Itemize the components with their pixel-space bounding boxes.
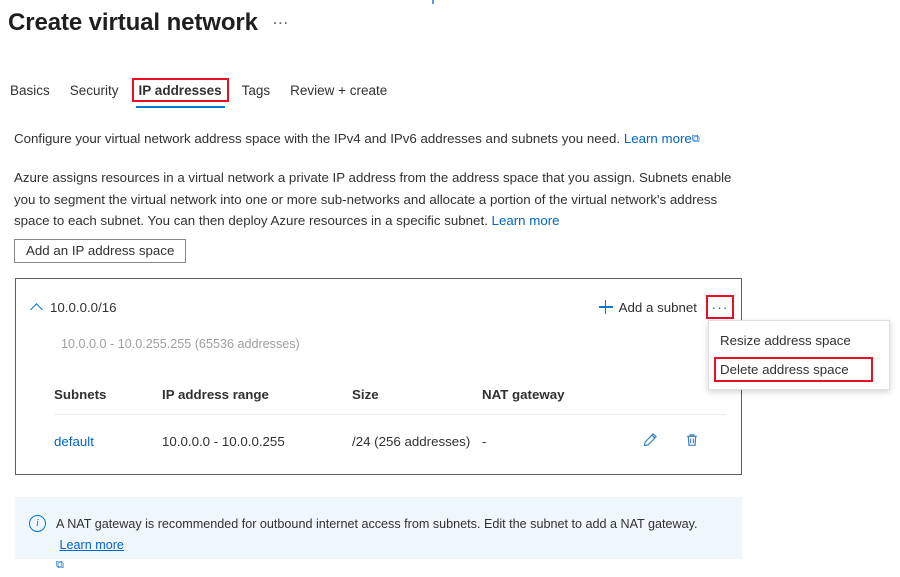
tab-review-create-label: Review + create (290, 83, 388, 98)
table-header-row: Subnets IP address range Size NAT gatewa… (54, 387, 726, 415)
menu-item-resize-label: Resize address space (720, 333, 851, 348)
info-icon: i (29, 515, 46, 532)
column-header-edit (642, 387, 684, 415)
edit-pencil-icon[interactable] (642, 432, 658, 448)
subnet-name-cell: default (54, 415, 162, 452)
address-space-card: 10.0.0.0/16 Add a subnet ··· 10.0.0.0 - … (15, 278, 742, 475)
learn-more-link-top[interactable]: Learn more (624, 131, 692, 146)
subnets-table: Subnets IP address range Size NAT gatewa… (54, 387, 726, 451)
info-banner-text: A NAT gateway is recommended for outboun… (56, 517, 698, 531)
subnet-size-cell: /24 (256 addresses) (352, 434, 471, 449)
subnet-ip-range-cell: 10.0.0.0 - 10.0.0.255 (162, 434, 285, 449)
tab-basics[interactable]: Basics (0, 78, 60, 108)
info-banner-text-wrap: A NAT gateway is recommended for outboun… (56, 514, 716, 577)
subnet-name-link[interactable]: default (54, 434, 94, 449)
tab-bar: Basics Security IP addresses Tags Review… (0, 78, 397, 108)
ellipsis-icon: ··· (711, 299, 729, 315)
tab-ip-addresses-label: IP addresses (138, 83, 222, 98)
add-ip-address-space-button[interactable]: Add an IP address space (14, 239, 187, 263)
page-header: Create virtual network … (8, 8, 290, 38)
nat-gateway-info-banner: i A NAT gateway is recommended for outbo… (15, 497, 742, 571)
column-header-nat-gateway: NAT gateway (482, 387, 642, 415)
tab-ip-addresses[interactable]: IP addresses (129, 78, 232, 108)
tab-security-label: Security (69, 83, 119, 98)
address-space-cidr: 10.0.0.0/16 (50, 299, 117, 315)
address-space-more-button[interactable]: ··· (706, 295, 734, 319)
tab-tags-label: Tags (241, 83, 271, 98)
learn-more-link-banner[interactable]: Learn more (60, 538, 124, 552)
column-header-size: Size (352, 387, 482, 415)
menu-item-delete-label: Delete address space (720, 362, 849, 377)
address-space-context-menu: Resize address space Delete address spac… (708, 320, 890, 390)
learn-more-link-top-label: Learn more (623, 131, 692, 146)
address-space-range-summary: 10.0.0.0 - 10.0.255.255 (65536 addresses… (61, 337, 300, 351)
description-paragraph-text: Azure assigns resources in a virtual net… (14, 170, 732, 228)
subnet-delete-cell (684, 415, 726, 452)
description-line-1-text: Configure your virtual network address s… (14, 131, 621, 146)
column-header-ip-range: IP address range (162, 387, 352, 415)
menu-item-resize-address-space[interactable]: Resize address space (709, 326, 889, 355)
menu-item-delete-address-space[interactable]: Delete address space (709, 355, 889, 384)
subnet-nat-gateway-cell: - (482, 434, 487, 449)
plus-icon (598, 300, 613, 314)
description-paragraph: Azure assigns resources in a virtual net… (14, 167, 748, 232)
add-subnet-button[interactable]: Add a subnet (593, 298, 703, 317)
page-more-menu-button[interactable]: … (272, 10, 290, 34)
table-row: default 10.0.0.0 - 10.0.0.255 /24 (256 a… (54, 415, 726, 452)
description-line-1: Configure your virtual network address s… (14, 130, 700, 149)
learn-more-link-paragraph[interactable]: Learn more (492, 213, 560, 228)
external-link-icon-top: ⧉ (691, 133, 700, 145)
tab-security[interactable]: Security (60, 78, 129, 108)
subnet-edit-cell (642, 415, 684, 452)
tab-basics-label: Basics (10, 83, 50, 98)
tab-review-create[interactable]: Review + create (280, 78, 397, 108)
address-space-header-row: 10.0.0.0/16 Add a subnet ··· (16, 295, 741, 319)
column-header-subnets: Subnets (54, 387, 162, 415)
learn-more-link-banner-label: Learn more (59, 538, 124, 552)
delete-trash-icon[interactable] (684, 432, 700, 448)
address-space-actions: Add a subnet ··· (593, 295, 741, 319)
top-partial-mark (432, 0, 434, 4)
add-subnet-label: Add a subnet (618, 299, 697, 315)
page-title: Create virtual network (8, 9, 258, 36)
tab-tags[interactable]: Tags (232, 78, 281, 108)
chevron-up-icon[interactable] (29, 299, 45, 315)
tab-active-indicator (135, 106, 225, 108)
column-header-delete (684, 387, 726, 415)
learn-more-link-paragraph-label: Learn more (491, 213, 560, 228)
